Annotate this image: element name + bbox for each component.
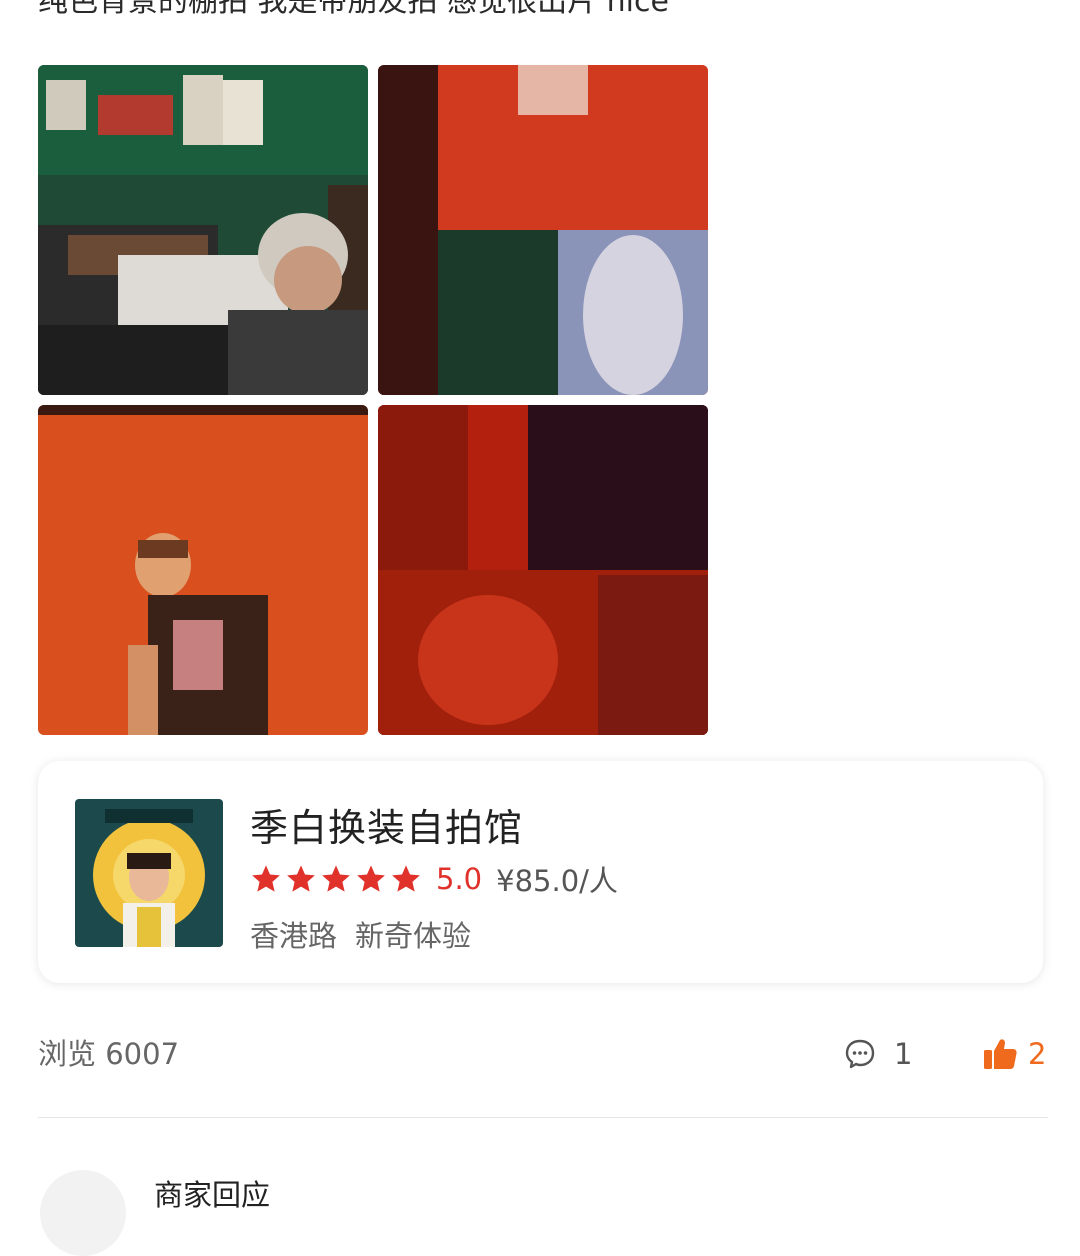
shop-category: 新奇体验 (355, 919, 472, 953)
review-text: 纯色背景的棚拍 我是带朋友拍 感觉很出片 nice (38, 0, 669, 19)
merchant-avatar (40, 1170, 126, 1256)
comment-icon (845, 1039, 875, 1069)
review-photo-1[interactable] (38, 65, 368, 395)
thumbs-up-icon (984, 1039, 1017, 1069)
stats-row: 浏览 6007 1 2 (38, 1032, 1048, 1076)
like-button[interactable]: 2 (982, 1032, 1046, 1076)
price-per-person: ¥85.0/人 (496, 864, 618, 898)
review-photo-2[interactable] (378, 65, 708, 395)
rating-score: 5.0 (436, 862, 483, 896)
star-icon (252, 865, 280, 892)
star-icon (357, 865, 385, 892)
shop-card[interactable]: 季白换装自拍馆 5.0 ¥85.0/人 香港路 新奇体验 (38, 761, 1043, 983)
star-icon (287, 865, 315, 892)
comments-count: 1 (894, 1037, 913, 1071)
star-rating (250, 863, 422, 895)
shop-name: 季白换装自拍馆 (250, 806, 524, 850)
review-photo-4[interactable] (378, 405, 708, 735)
shop-tags: 香港路 新奇体验 (250, 913, 471, 955)
photo-grid (38, 65, 708, 735)
comment-button[interactable]: 1 (844, 1032, 912, 1076)
divider (38, 1117, 1048, 1118)
shop-area: 香港路 (250, 919, 338, 953)
merchant-reply-label: 商家回应 (154, 1178, 271, 1212)
likes-count: 2 (1028, 1037, 1047, 1071)
review-photo-3[interactable] (38, 405, 368, 735)
star-icon (392, 865, 420, 892)
views-count: 浏览 6007 (38, 1037, 180, 1071)
star-icon (322, 865, 350, 892)
rating-row: 5.0 ¥85.0/人 (250, 859, 618, 899)
shop-thumbnail (75, 799, 223, 947)
